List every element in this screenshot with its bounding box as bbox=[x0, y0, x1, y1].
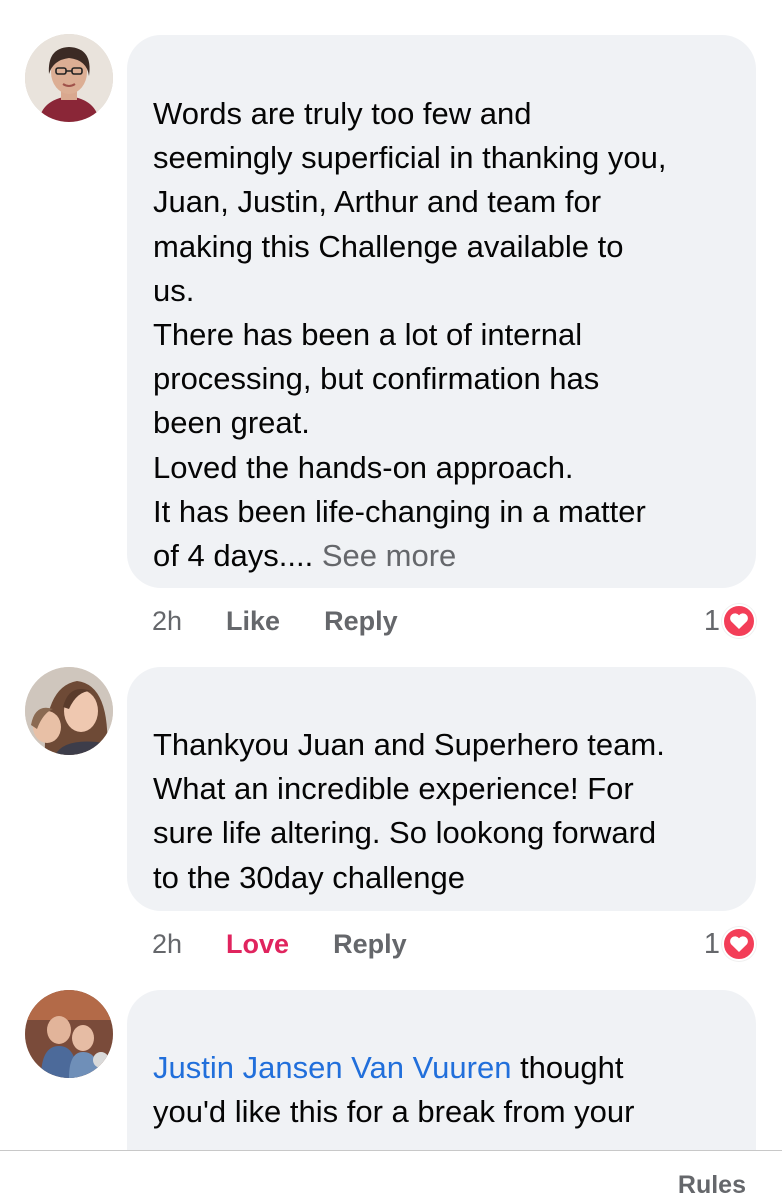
rules-link[interactable]: Rules bbox=[678, 1171, 746, 1200]
comment-timestamp[interactable]: 2h bbox=[152, 606, 182, 637]
comment-text: Thankyou Juan and Superhero team. What a… bbox=[153, 727, 665, 895]
reaction-summary[interactable]: 1 bbox=[704, 601, 756, 641]
heart-icon bbox=[722, 604, 756, 638]
avatar[interactable] bbox=[25, 667, 113, 755]
comment-text: Words are truly too few and seemingly su… bbox=[153, 96, 667, 574]
avatar-image bbox=[25, 667, 113, 755]
reaction-count: 1 bbox=[703, 604, 720, 637]
avatar[interactable] bbox=[25, 34, 113, 122]
avatar[interactable] bbox=[25, 990, 113, 1078]
comment-timestamp[interactable]: 2h bbox=[152, 929, 182, 960]
heart-icon bbox=[722, 927, 756, 961]
comment-bubble[interactable]: Thankyou Juan and Superhero team. What a… bbox=[127, 667, 756, 911]
reaction-summary[interactable]: 1 bbox=[704, 924, 756, 964]
see-more-link[interactable]: See more bbox=[322, 538, 456, 573]
like-button[interactable]: Like bbox=[226, 606, 280, 637]
comment-bubble[interactable]: Words are truly too few and seemingly su… bbox=[127, 35, 756, 588]
avatar-image bbox=[25, 34, 113, 122]
avatar-image bbox=[25, 990, 113, 1078]
comment-text: Justin Jansen Van Vuuren thought you'd l… bbox=[153, 1050, 635, 1130]
reply-button[interactable]: Reply bbox=[333, 929, 407, 960]
reaction-count: 1 bbox=[703, 927, 720, 960]
mention-link[interactable]: Justin Jansen Van Vuuren bbox=[153, 1050, 511, 1085]
bottom-bar: Rules bbox=[0, 1150, 782, 1200]
love-button[interactable]: Love bbox=[226, 929, 289, 960]
reply-button[interactable]: Reply bbox=[324, 606, 398, 637]
